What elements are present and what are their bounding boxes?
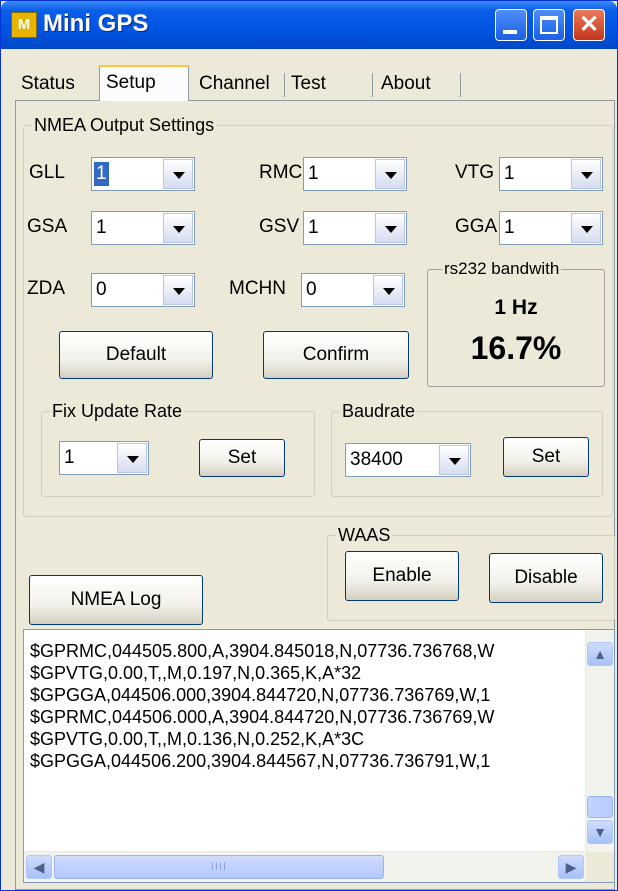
tab-channel-label: Channel — [199, 73, 270, 94]
gsa-label: GSA — [27, 216, 68, 237]
nmea-log-label: NMEA Log — [70, 589, 162, 610]
rmc-label: RMC — [259, 162, 303, 183]
gsv-value: 1 — [308, 217, 319, 238]
baudrate-label: Baudrate — [340, 400, 418, 422]
chevron-down-icon[interactable] — [571, 213, 601, 243]
gll-value: 1 — [94, 162, 109, 186]
maximize-icon — [540, 16, 558, 34]
log-line: $GPRMC,044505.800,A,3904.845018,N,07736.… — [30, 641, 495, 661]
waas-enable-button[interactable]: Enable — [345, 551, 459, 601]
close-icon: ✕ — [578, 11, 600, 38]
chevron-down-icon[interactable] — [163, 275, 193, 305]
rmc-select[interactable]: 1 — [303, 157, 407, 191]
tab-channel[interactable]: Channel — [193, 69, 285, 99]
zda-value: 0 — [96, 279, 107, 300]
vertical-scrollbar[interactable]: ▲ ▼ — [585, 630, 614, 854]
vtg-label: VTG — [455, 162, 495, 183]
waas-disable-label: Disable — [514, 567, 578, 588]
log-line: $GPVTG,0.00,T,,M,0.136,N,0.252,K,A*3C — [30, 729, 365, 749]
waas-label: WAAS — [336, 524, 393, 546]
tab-separator — [372, 73, 373, 97]
tab-about-label: About — [381, 73, 431, 94]
chevron-down-icon[interactable] — [375, 159, 405, 189]
fix-update-set-label: Set — [227, 447, 257, 468]
fix-update-label: Fix Update Rate — [50, 400, 185, 422]
chevron-down-icon[interactable] — [571, 159, 601, 189]
log-line: $GPGGA,044506.200,3904.844567,N,07736.73… — [30, 751, 491, 771]
scroll-right-icon[interactable]: ▶ — [558, 855, 584, 879]
gll-label: GLL — [29, 162, 65, 183]
zda-label: ZDA — [27, 278, 65, 299]
zda-select[interactable]: 0 — [91, 273, 195, 307]
gsv-label: GSV — [259, 216, 300, 237]
gga-label: GGA — [455, 216, 498, 237]
mchn-label: MCHN — [229, 278, 286, 299]
scroll-up-icon[interactable]: ▲ — [587, 642, 613, 666]
log-line: $GPVTG,0.00,T,,M,0.197,N,0.365,K,A*32 — [30, 663, 362, 683]
rmc-value: 1 — [308, 163, 319, 184]
baudrate-set-label: Set — [531, 446, 561, 467]
gll-select[interactable]: 1 — [91, 157, 195, 191]
minimize-button[interactable] — [495, 9, 527, 41]
waas-enable-label: Enable — [372, 565, 432, 586]
tab-test-label: Test — [291, 73, 326, 94]
nmea-output-label: NMEA Output Settings — [32, 114, 217, 136]
baudrate-select[interactable]: 38400 — [345, 443, 471, 477]
horizontal-scrollbar[interactable]: ◀ IIII ▶ — [24, 851, 588, 882]
tab-setup[interactable]: Setup — [99, 65, 189, 101]
vtg-value: 1 — [504, 163, 515, 184]
chevron-down-icon[interactable] — [375, 213, 405, 243]
fix-update-set-button[interactable]: Set — [199, 439, 285, 477]
tab-setup-label: Setup — [106, 72, 156, 93]
confirm-button[interactable]: Confirm — [263, 331, 409, 379]
title-bar[interactable]: M Mini GPS ✕ — [1, 1, 617, 49]
mchn-value: 0 — [306, 279, 317, 300]
tab-status-label: Status — [21, 73, 75, 94]
tab-test[interactable]: Test — [285, 69, 373, 99]
horizontal-scroll-thumb[interactable]: IIII — [54, 855, 384, 879]
vertical-scroll-thumb[interactable] — [587, 796, 613, 818]
window-title: Mini GPS — [43, 10, 149, 37]
gsa-select[interactable]: 1 — [91, 211, 195, 245]
app-icon: M — [11, 12, 37, 38]
gsv-select[interactable]: 1 — [303, 211, 407, 245]
chevron-down-icon[interactable] — [373, 275, 403, 305]
tab-status[interactable]: Status — [15, 69, 99, 99]
default-button[interactable]: Default — [59, 331, 213, 379]
vtg-select[interactable]: 1 — [499, 157, 603, 191]
chevron-down-icon[interactable] — [163, 213, 193, 243]
bandwidth-group: rs232 bandwith 1 Hz 16.7% — [427, 258, 605, 387]
minimize-icon — [503, 30, 517, 34]
close-button[interactable]: ✕ — [573, 9, 605, 41]
chevron-down-icon[interactable] — [439, 445, 469, 475]
fix-update-value: 1 — [64, 447, 75, 468]
scrollbar-corner — [586, 852, 614, 882]
default-button-label: Default — [105, 344, 167, 365]
tab-separator — [460, 73, 461, 97]
mchn-select[interactable]: 0 — [301, 273, 405, 307]
scroll-down-icon[interactable]: ▼ — [587, 820, 613, 844]
chevron-down-icon[interactable] — [163, 159, 193, 189]
maximize-button[interactable] — [533, 9, 565, 41]
gsa-value: 1 — [96, 217, 107, 238]
confirm-button-label: Confirm — [302, 344, 370, 365]
gga-value: 1 — [504, 217, 515, 238]
waas-disable-button[interactable]: Disable — [489, 553, 603, 603]
nmea-log-output[interactable]: $GPRMC,044505.800,A,3904.845018,N,07736.… — [23, 629, 615, 883]
baudrate-set-button[interactable]: Set — [503, 437, 589, 477]
fix-update-select[interactable]: 1 — [59, 441, 149, 475]
bandwidth-rate: 1 Hz — [494, 296, 538, 319]
chevron-down-icon[interactable] — [117, 443, 147, 473]
nmea-log-button[interactable]: NMEA Log — [29, 575, 203, 625]
bandwidth-label: rs232 bandwith — [442, 258, 562, 280]
gga-select[interactable]: 1 — [499, 211, 603, 245]
mini-gps-window: M Mini GPS ✕ Status Setup Channel Test A… — [0, 0, 618, 891]
log-line: $GPRMC,044506.000,A,3904.844720,N,07736.… — [30, 707, 495, 727]
tab-about[interactable]: About — [375, 69, 461, 99]
log-line: $GPGGA,044506.000,3904.844720,N,07736.73… — [30, 685, 491, 705]
baudrate-value: 38400 — [350, 449, 403, 470]
scroll-left-icon[interactable]: ◀ — [26, 855, 52, 879]
bandwidth-percent: 16.7% — [470, 330, 562, 366]
